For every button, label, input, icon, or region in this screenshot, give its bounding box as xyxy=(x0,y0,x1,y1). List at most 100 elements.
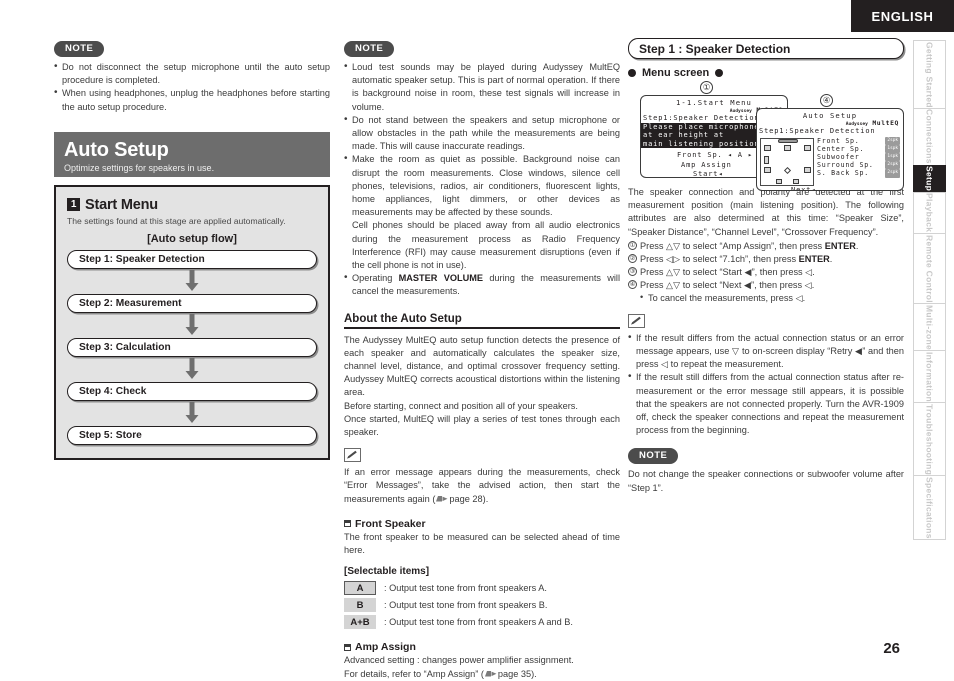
selectable-items-title: [Selectable items] xyxy=(344,566,430,578)
select-desc: : Output test tone from front speakers A… xyxy=(384,617,573,628)
text-fragment: . xyxy=(829,253,833,264)
tv-icon xyxy=(778,138,798,143)
tab-label: Connections xyxy=(924,109,935,165)
front-speaker-heading: Front Speaker xyxy=(344,518,620,530)
text-fragment: Operating xyxy=(352,273,399,284)
result-row: Subwoofer 1spk xyxy=(817,153,900,162)
heading-label: Amp Assign xyxy=(355,641,416,654)
step-number-icon: ③ xyxy=(628,267,637,277)
flow-step-4[interactable]: Step 4: Check xyxy=(67,381,317,401)
right-note-text: Do not change the speaker connections or… xyxy=(628,469,904,493)
lcd2-step-line: Step1:Speaker Detection xyxy=(759,127,876,135)
callout-number-4: ④ xyxy=(820,94,833,107)
language-header: ENGLISH xyxy=(851,0,954,32)
right-tip-list: If the result differs from the actual co… xyxy=(628,331,904,438)
flow-step-2[interactable]: Step 2: Measurement xyxy=(67,293,317,313)
select-key-b[interactable]: B xyxy=(344,598,376,613)
about-paragraph-3: Once started, MultEQ will play a series … xyxy=(344,413,620,438)
banner-subtitle: Optimize settings for speakers in use. xyxy=(64,162,215,173)
auto-setup-banner: Auto Setup Optimize settings for speaker… xyxy=(54,131,330,177)
tab-connections[interactable]: Connections xyxy=(913,107,946,165)
note-badge: NOTE xyxy=(344,41,395,57)
text-fragment: page 35). xyxy=(497,668,537,679)
menu-screen-text: Menu screen xyxy=(642,67,710,79)
listening-position-icon xyxy=(783,166,792,174)
select-key-a-plus-b[interactable]: A+B xyxy=(344,615,376,630)
list-item: ② Press ◁▷ to select “7.1ch”, then press … xyxy=(628,253,904,266)
speaker-layout-diagram xyxy=(760,137,814,186)
middle-note-list: Loud test sounds may be played during Au… xyxy=(344,60,620,299)
selectable-item-row: A : Output test tone from front speakers… xyxy=(344,581,620,596)
text-fragment: . xyxy=(855,240,859,251)
manual-page: ENGLISH Getting Started Connections Setu… xyxy=(0,0,954,681)
error-tip-paragraph: If an error message appears during the m… xyxy=(344,466,620,506)
lcd-screen-auto-setup: Auto Setup Audyssey MultEQ Step1:Speaker… xyxy=(756,108,904,191)
menu-screen-label: Menu screen xyxy=(628,67,904,79)
result-row: Center Sp. 1spk xyxy=(817,144,900,153)
front-left-speaker-icon xyxy=(764,144,771,151)
list-item: ③ Press △▽ to select “Start ◀”, then pres… xyxy=(628,266,904,279)
amp-assign-heading: Amp Assign xyxy=(344,641,620,653)
result-value: 2spk xyxy=(885,161,900,170)
list-item: Do not disconnect the setup microphone u… xyxy=(54,60,330,87)
list-item: ④ Press △▽ to select “Next ◀”, then press… xyxy=(628,279,904,292)
arrow-down-icon xyxy=(67,313,317,338)
result-label: Front Sp. xyxy=(817,136,860,145)
result-value: 1spk xyxy=(885,153,900,162)
front-speaker-paragraph: The front speaker to be measured can be … xyxy=(344,531,620,556)
note-badge: NOTE xyxy=(54,41,105,57)
tab-multi-zone[interactable]: Multi-zone xyxy=(913,303,946,351)
pencil-tip-icon xyxy=(628,313,645,328)
arrow-down-icon xyxy=(67,401,317,426)
enter-key-label: ENTER xyxy=(824,240,856,251)
flow-step-3[interactable]: Step 3: Calculation xyxy=(67,337,317,357)
result-row: Front Sp. 2spk xyxy=(817,136,900,145)
auto-setup-flow-title: [Auto setup flow] xyxy=(147,232,237,245)
start-menu-heading: 1 Start Menu xyxy=(67,197,317,213)
lcd2-next-option[interactable]: Next◂ xyxy=(757,186,903,190)
select-key-a[interactable]: A xyxy=(344,581,376,596)
tab-playback[interactable]: Playback xyxy=(913,191,946,234)
text-fragment: Press ◁▷ to select “7.1ch”, then press xyxy=(640,253,799,264)
pencil-tip-icon xyxy=(344,448,361,463)
tab-troubleshooting[interactable]: Troubleshooting xyxy=(913,402,946,476)
tab-information[interactable]: Information xyxy=(913,350,946,403)
about-paragraph-2: Before starting, connect and position al… xyxy=(344,400,578,411)
step-number-icon: ④ xyxy=(628,280,637,290)
result-label: Center Sp. xyxy=(817,144,865,153)
flow-step-1[interactable]: Step 1: Speaker Detection xyxy=(67,249,317,269)
tab-remote-control[interactable]: Remote Control xyxy=(913,233,946,304)
tab-specifications[interactable]: Specifications xyxy=(913,475,946,541)
flow-step-5[interactable]: Step 5: Store xyxy=(67,425,317,445)
square-bullet-icon xyxy=(344,520,351,528)
select-desc: : Output test tone from front speakers B… xyxy=(384,600,548,611)
text-fragment: Press △▽ to select “Amp Assign”, then pr… xyxy=(640,240,825,251)
tab-label: Setup xyxy=(924,166,935,192)
select-desc: : Output test tone from front speakers A… xyxy=(384,583,547,594)
tab-label: Getting Started xyxy=(924,41,935,108)
list-item: Make the room as quiet as possible. Back… xyxy=(344,152,620,219)
list-item: When using headphones, unplug the headph… xyxy=(54,86,330,113)
section-tab-rail: Getting Started Connections Setup Playba… xyxy=(913,40,946,541)
lcd-screens: ① ④ 1-1.Start Menu Audyssey MultEQ Step1… xyxy=(628,81,904,191)
master-volume-emphasis: MASTER VOLUME xyxy=(398,273,484,284)
start-menu-title: Start Menu xyxy=(85,196,158,213)
list-item: ① Press △▽ to select “Amp Assign”, then p… xyxy=(628,240,904,253)
banner-title: Auto Setup xyxy=(64,138,169,161)
step-1-title[interactable]: Step 1 : Speaker Detection xyxy=(628,38,904,59)
text-fragment: Press △▽ to select “Start ◀”, then press… xyxy=(640,266,815,277)
result-label: Subwoofer xyxy=(817,153,860,161)
column-middle: NOTE Loud test sounds may be played duri… xyxy=(344,38,620,681)
text-fragment: For details, refer to “Amp Assign” ( xyxy=(344,668,484,679)
surround-back-left-speaker-icon xyxy=(776,178,782,184)
column-right: Step 1 : Speaker Detection Menu screen ①… xyxy=(628,38,904,495)
arrow-down-icon xyxy=(67,269,317,294)
list-item: Operating MASTER VOLUME during the measu… xyxy=(344,271,620,298)
tab-setup[interactable]: Setup xyxy=(913,164,946,192)
result-row: S. Back Sp. 2spk xyxy=(817,169,900,178)
brand-name: MultEQ xyxy=(872,119,899,127)
result-value: 1spk xyxy=(885,144,900,153)
square-bullet-icon xyxy=(344,643,351,651)
tab-getting-started[interactable]: Getting Started xyxy=(913,40,946,108)
heading-label: Front Speaker xyxy=(355,517,426,530)
